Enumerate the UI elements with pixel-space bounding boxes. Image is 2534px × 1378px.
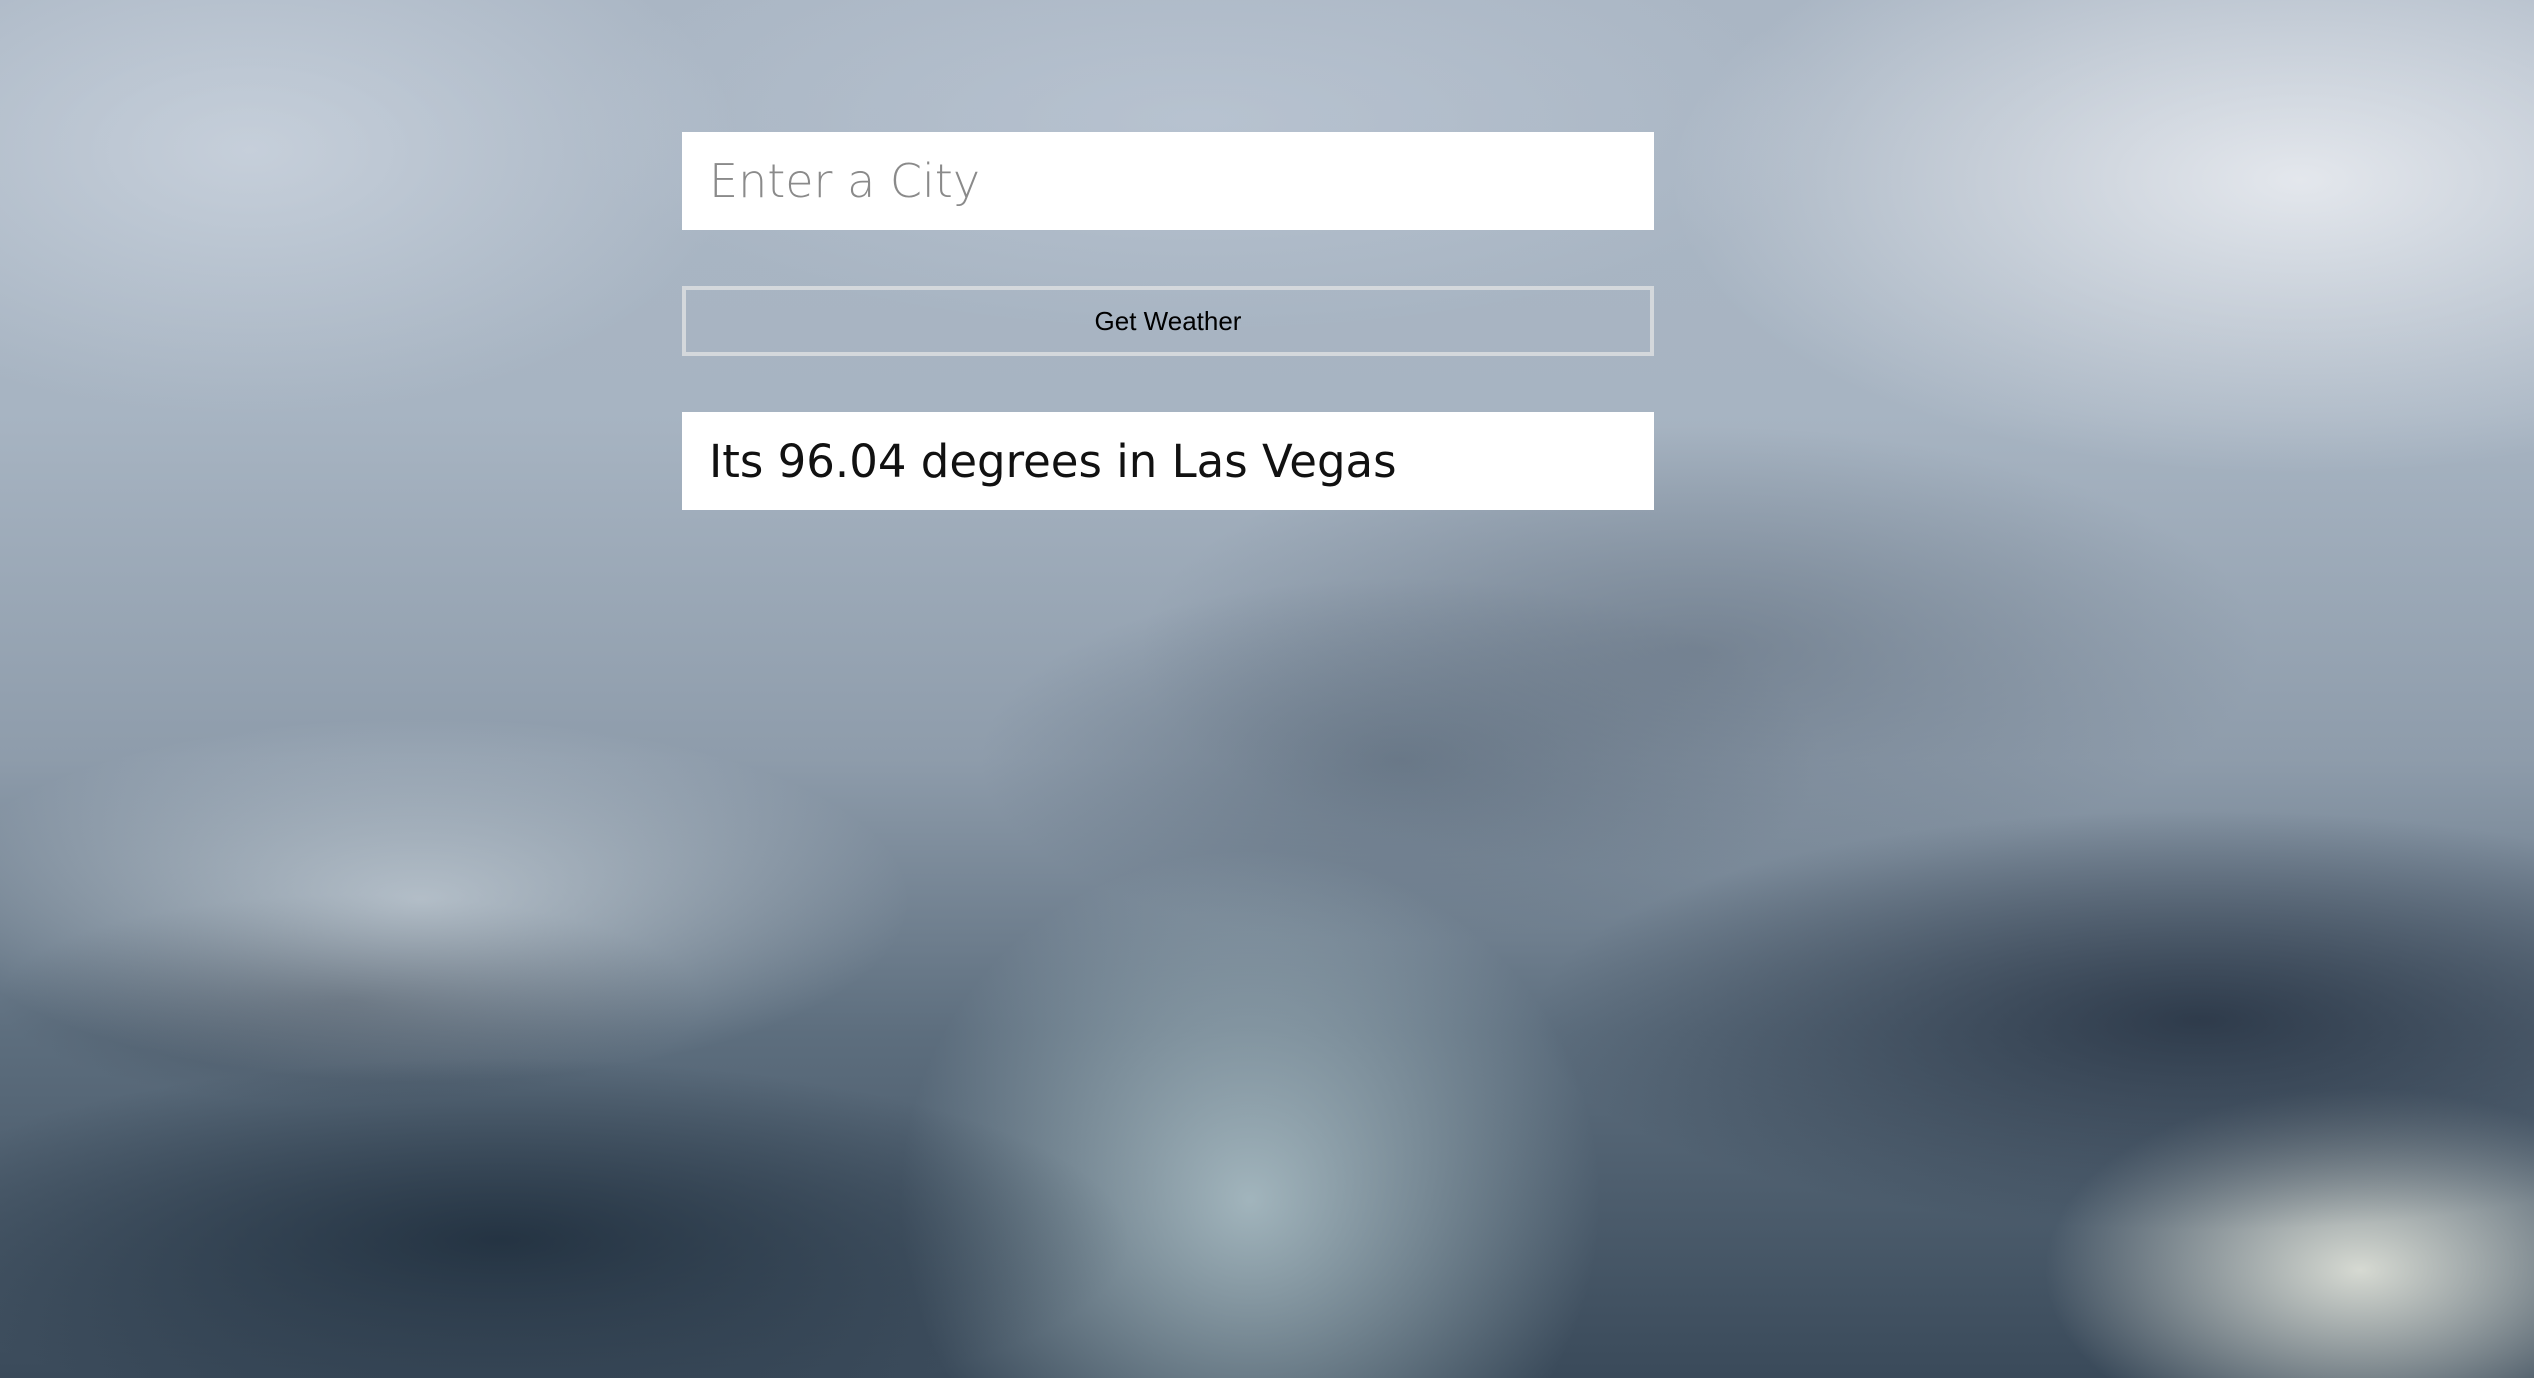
weather-result-text: Its 96.04 degrees in Las Vegas xyxy=(709,434,1397,488)
city-input[interactable] xyxy=(682,132,1654,230)
get-weather-button[interactable]: Get Weather xyxy=(682,286,1654,356)
weather-form: Get Weather Its 96.04 degrees in Las Veg… xyxy=(682,132,1654,510)
weather-result-panel: Its 96.04 degrees in Las Vegas xyxy=(682,412,1654,510)
